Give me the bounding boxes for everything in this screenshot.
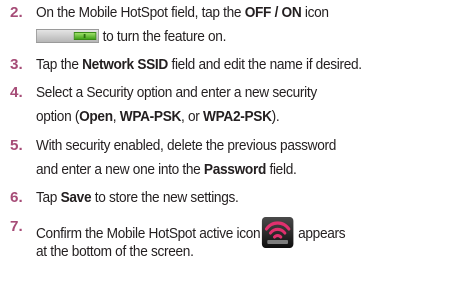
step-text: On the Mobile HotSpot field, tap the OFF… bbox=[36, 3, 329, 22]
step-text: at the bottom of the screen. bbox=[36, 243, 194, 260]
step-text: and enter a new one into the Password fi… bbox=[36, 160, 297, 179]
step-text-part: to turn the feature on. bbox=[102, 28, 227, 45]
step-text-part: field. bbox=[265, 161, 297, 178]
step-text: Select a Security option and enter a new… bbox=[36, 84, 317, 101]
step-text: option (Open, WPA-PSK, or WPA2-PSK). bbox=[36, 107, 280, 126]
toggle-switch-on-icon bbox=[36, 29, 99, 43]
step-text-part: Confirm the Mobile HotSpot active icon bbox=[36, 225, 261, 242]
step-number: 4. bbox=[10, 84, 23, 101]
step-emphasis: OFF / ON bbox=[244, 4, 302, 21]
step-text-part: , bbox=[112, 108, 120, 125]
step-text: With security enabled, delete the previo… bbox=[36, 137, 337, 154]
step-number: 7. bbox=[10, 218, 23, 235]
step-text: Tap the Network SSID field and edit the … bbox=[36, 55, 362, 74]
step-text-part: to store the new settings. bbox=[91, 189, 239, 206]
step-text-part: On the Mobile HotSpot field, tap the bbox=[36, 4, 245, 21]
step-emphasis: WPA2-PSK bbox=[203, 108, 272, 125]
step-number: 2. bbox=[10, 4, 23, 21]
step-text-part: and enter a new one into the bbox=[36, 161, 204, 178]
step-text-part: , or bbox=[181, 108, 204, 125]
step-text-part: icon bbox=[301, 4, 329, 21]
step-emphasis: Network SSID bbox=[82, 56, 168, 73]
step-text-part: Tap the bbox=[36, 56, 83, 73]
step-text-part: option ( bbox=[36, 108, 80, 125]
step-text-part: appears bbox=[298, 225, 346, 242]
step-emphasis: Save bbox=[60, 189, 92, 206]
step-emphasis: Open bbox=[79, 108, 113, 125]
step-emphasis: Password bbox=[203, 161, 266, 178]
step-number: 5. bbox=[10, 137, 23, 154]
step-number: 6. bbox=[10, 189, 23, 206]
step-text-part: Tap bbox=[36, 189, 61, 206]
step-text-part: ). bbox=[271, 108, 280, 125]
instruction-list: 2. On the Mobile HotSpot field, tap the … bbox=[0, 0, 476, 301]
step-text-part: field and edit the name if desired. bbox=[167, 56, 362, 73]
step-text: Tap Save to store the new settings. bbox=[36, 188, 239, 207]
step-emphasis: WPA-PSK bbox=[119, 108, 182, 125]
mobile-hotspot-icon bbox=[262, 217, 294, 248]
step-text: to turn the feature on. bbox=[36, 27, 226, 46]
step-number: 3. bbox=[10, 56, 23, 73]
